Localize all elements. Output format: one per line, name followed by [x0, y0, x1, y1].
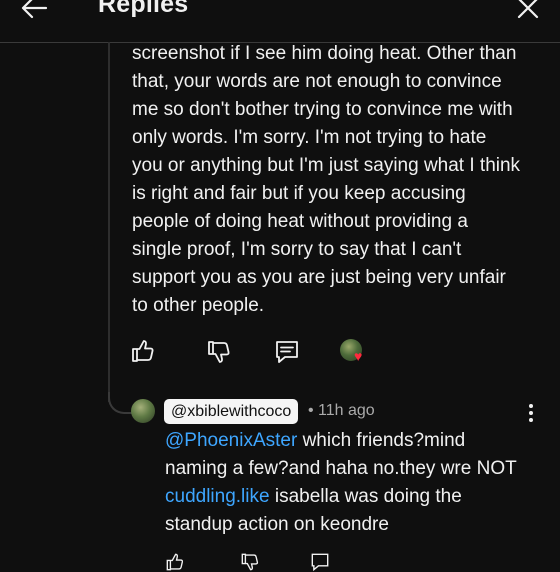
page-title: Replies	[98, 0, 189, 18]
comment-line: support you as you are just being very u…	[132, 267, 506, 288]
heart-icon: ♥	[354, 348, 363, 364]
close-icon[interactable]	[516, 0, 540, 20]
comment-line: people of doing heat without providing a	[132, 211, 468, 232]
dislike-icon[interactable]	[240, 552, 260, 572]
like-icon[interactable]	[130, 338, 156, 364]
header-bar: Replies	[0, 0, 560, 43]
reply-text-segment: which friends?mind	[297, 430, 466, 451]
comment-line: is right and fair but if you keep accusi…	[132, 183, 466, 204]
reply-line: standup action on keondre	[165, 514, 389, 535]
back-arrow-icon[interactable]	[18, 0, 50, 26]
comment-line: you or anything but I'm just saying what…	[132, 155, 521, 176]
comment-line: screenshot if I see him doing heat. Othe…	[132, 43, 517, 64]
reply-comment-icon[interactable]	[310, 552, 330, 572]
thread-line	[108, 42, 110, 402]
comment-line: single proof, I'm sorry to say that I ca…	[132, 239, 462, 260]
more-options-icon[interactable]	[526, 404, 536, 426]
comment-line: that, your words are not enough to convi…	[132, 71, 502, 92]
avatar[interactable]	[131, 399, 155, 423]
comment-text: screenshot if I see him doing heat. Othe…	[132, 40, 552, 320]
reply-comment-icon[interactable]	[274, 339, 300, 365]
reply-line: cuddling.like isabella was doing the	[165, 483, 545, 511]
reply-line: @PhoenixAster which friends?mind	[165, 427, 545, 455]
reply-text-segment: isabella was doing the	[269, 486, 462, 507]
dislike-icon[interactable]	[206, 339, 232, 365]
reply-line: naming a few?and haha no.they wre NOT	[165, 458, 517, 479]
reply-timestamp: • 11h ago	[308, 402, 375, 419]
comment-line: only words. I'm sorry. I'm not trying to…	[132, 127, 487, 148]
mention-link[interactable]: @PhoenixAster	[165, 430, 297, 451]
comment-line: to other people.	[132, 295, 265, 316]
comment-line: me so don't bother trying to convince me…	[132, 99, 513, 120]
reply-text: @PhoenixAster which friends?mind naming …	[165, 427, 545, 539]
like-icon[interactable]	[165, 552, 185, 572]
reply-author-handle[interactable]: @xbiblewithcoco	[164, 399, 299, 424]
creator-heart: ♥	[340, 339, 370, 367]
inline-link[interactable]: cuddling.like	[165, 486, 270, 507]
